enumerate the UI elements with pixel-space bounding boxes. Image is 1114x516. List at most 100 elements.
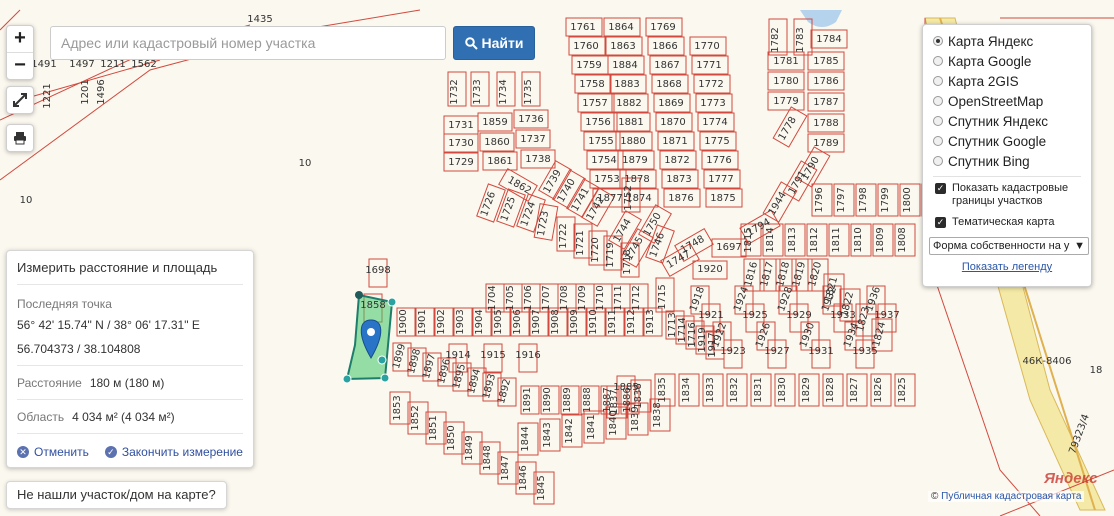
parcel-number: 1496	[96, 79, 107, 104]
parcel-number: 1786	[813, 76, 838, 87]
parcel-number: 1872	[664, 155, 689, 166]
parcel-number: 1738	[525, 154, 550, 165]
layer-option[interactable]: Карта Яндекс	[933, 31, 1091, 51]
parcel-number: 1698	[365, 265, 390, 276]
parcel-number: 1201	[80, 79, 91, 104]
layer-option-label: Карта Яндекс	[948, 33, 1034, 49]
radio-unchecked-icon	[933, 156, 943, 166]
parcel-number: 1937	[874, 310, 899, 321]
radio-unchecked-icon	[933, 76, 943, 86]
layer-option-label: Карта Google	[948, 53, 1032, 69]
parcel-number: 1759	[576, 60, 601, 71]
layer-option[interactable]: OpenStreetMap	[933, 91, 1091, 111]
parcel-number: 46К-8406	[1023, 356, 1072, 367]
parcel-number: 1933	[830, 310, 855, 321]
chevron-down-icon: ▼	[1074, 240, 1085, 252]
last-point-label: Последняя точка	[17, 297, 112, 311]
parcel-number: 1888	[582, 387, 593, 412]
radio-unchecked-icon	[933, 136, 943, 146]
parcel-number: 1840	[608, 410, 619, 435]
parcel-number: 1927	[764, 346, 789, 357]
parcel-number: 1829	[801, 377, 812, 402]
parcel-number: 1827	[849, 377, 860, 402]
search-button[interactable]: Найти	[453, 26, 535, 60]
parcel-number: 1812	[809, 227, 820, 252]
parcel-number: 1866	[652, 41, 677, 52]
parcel-number: 1808	[897, 227, 908, 252]
ownership-select[interactable]: Форма собственности на у ▼	[929, 237, 1089, 255]
parcel-number: 1705	[505, 285, 516, 310]
layer-option[interactable]: Спутник Яндекс	[933, 111, 1091, 131]
parcel-number: 1916	[515, 350, 540, 361]
parcel-number: 1774	[702, 117, 727, 128]
parcel-number: 1719	[605, 242, 616, 267]
cancel-measure-button[interactable]: ✕ Отменить	[17, 445, 89, 459]
parcel-number: 1782	[770, 27, 781, 52]
parcel-number: 1846	[518, 465, 529, 490]
parcel-number: 1901	[417, 309, 428, 334]
print-button[interactable]	[6, 124, 34, 152]
parcel-number: 1731	[448, 120, 473, 131]
parcel-number: 1779	[773, 96, 798, 107]
parcel-number: 1853	[392, 395, 403, 420]
parcel-number: 1844	[520, 426, 531, 451]
parcel-number: 1809	[875, 227, 886, 252]
layers-panel: Карта Яндекс Карта Google Карта 2GIS OpenSt…	[922, 24, 1092, 287]
finish-measure-button[interactable]: ✓ Закончить измерение	[104, 445, 243, 459]
layer-option[interactable]: Карта Google	[933, 51, 1091, 71]
cadastral-map-link[interactable]: Публичная кадастровая карта	[941, 491, 1081, 502]
search-input[interactable]	[50, 26, 446, 60]
show-legend-link[interactable]: Показать легенду	[923, 261, 1091, 273]
measure-panel: Измерить расстояние и площадь Последняя …	[6, 250, 254, 468]
parcel-number: 1497	[69, 59, 94, 70]
copyright-sign: ©	[931, 491, 939, 502]
parcel-number: 1721	[575, 230, 586, 255]
not-found-button[interactable]: Не нашли участок/дом на карте?	[6, 481, 227, 509]
parcel-number: 10	[299, 158, 312, 169]
parcel-number: 1929	[786, 310, 811, 321]
fullscreen-button[interactable]	[6, 86, 34, 114]
parcel-number: 1777	[708, 174, 733, 185]
parcel-number: 1733	[472, 79, 483, 104]
parcel-number: 1757	[582, 98, 607, 109]
parcel-number: 1776	[706, 155, 731, 166]
parcel-number: 1870	[660, 117, 685, 128]
parcel-number: 1883	[614, 79, 639, 90]
search-icon	[464, 36, 478, 50]
parcel-number: 1780	[773, 76, 798, 87]
check-icon: ✓	[104, 446, 117, 458]
cadastral-borders-checkbox[interactable]: ✓ Показать кадастровые границы участков	[933, 182, 1091, 208]
parcel-number: 1760	[573, 41, 598, 52]
zoom-in-button[interactable]: +	[7, 26, 33, 52]
parcel-number: 1754	[591, 155, 616, 166]
layer-option-label: Карта 2GIS	[948, 73, 1019, 89]
area-value: 4 034 м² (4 034 м²)	[72, 410, 175, 424]
parcel-number: 1879	[622, 155, 647, 166]
close-icon: ✕	[17, 446, 29, 458]
distance-label: Расстояние	[17, 376, 82, 390]
parcel-number: 1722	[558, 223, 569, 248]
thematic-map-checkbox[interactable]: ✓ Тематическая карта	[933, 216, 1091, 229]
zoom-out-button[interactable]: −	[7, 52, 33, 79]
parcel-number: 1867	[654, 60, 679, 71]
last-point-dms: 56° 42' 15.74" N / 38° 06' 17.31" E	[17, 318, 200, 332]
parcel-number: 1708	[559, 285, 570, 310]
parcel-number: 10	[20, 195, 33, 206]
layer-option-label: Спутник Google	[948, 133, 1047, 149]
parcel-number: 1785	[813, 56, 838, 67]
parcel-number: 1910	[588, 309, 599, 334]
parcel-number: 1838	[652, 402, 663, 427]
layer-option[interactable]: Спутник Bing	[933, 151, 1091, 171]
parcel-number: 1914	[445, 350, 470, 361]
parcel-number: 1775	[704, 136, 729, 147]
layer-option[interactable]: Карта 2GIS	[933, 71, 1091, 91]
parcel-number: 1852	[410, 405, 421, 430]
parcel-number: 1881	[618, 117, 643, 128]
parcel-number: 1868	[656, 79, 681, 90]
parcel-number: 1859	[482, 117, 507, 128]
layer-option[interactable]: Спутник Google	[933, 131, 1091, 151]
parcel-number: 1771	[696, 60, 721, 71]
parcel-number: 1835	[657, 377, 668, 402]
parcel-number: 1781	[773, 56, 798, 67]
parcel-number: 1875	[710, 193, 735, 204]
